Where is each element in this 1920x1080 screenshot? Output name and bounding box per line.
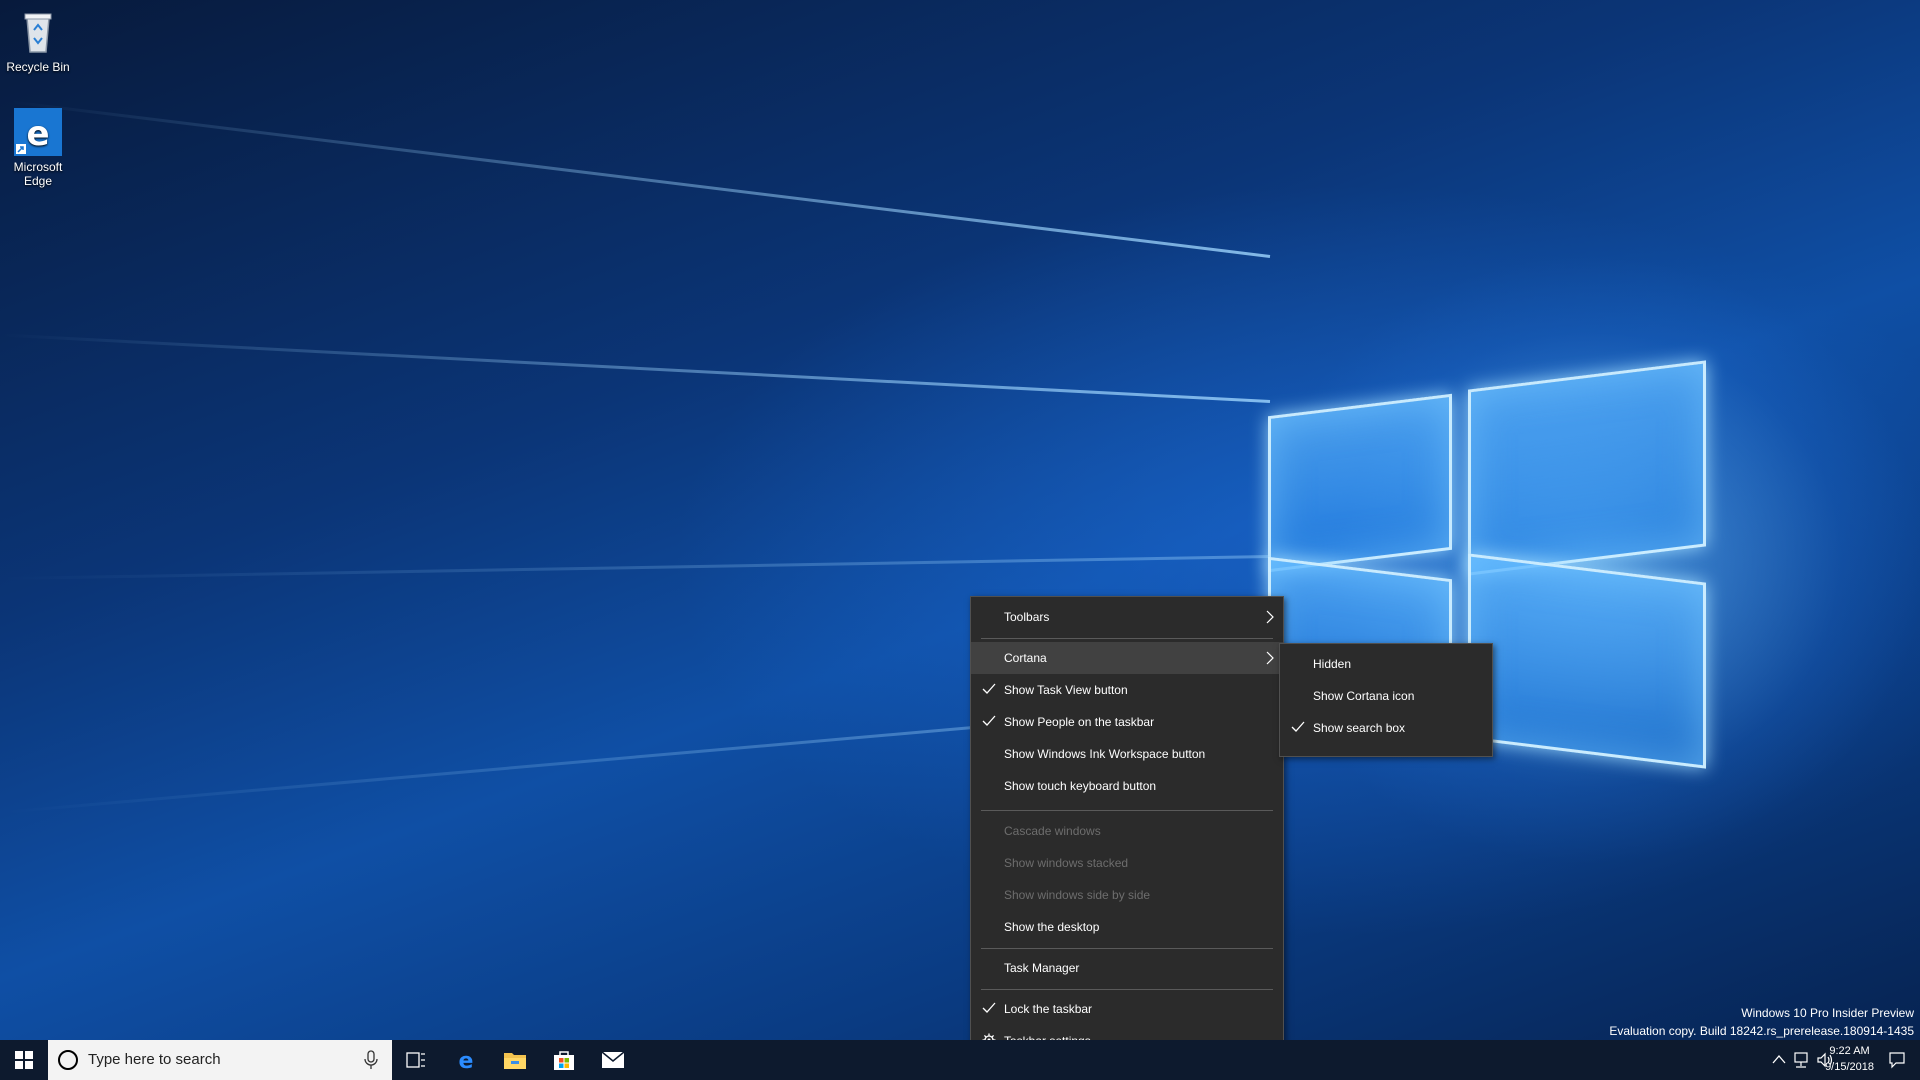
taskbar-mail-button[interactable] [589, 1040, 637, 1080]
svg-text:e: e [26, 114, 49, 154]
desktop-icon-recycle-bin[interactable]: Recycle Bin [0, 8, 76, 74]
menu-item-windows-stacked: Show windows stacked [971, 847, 1283, 879]
menu-item-label: Show Task View button [1004, 683, 1128, 697]
menu-item-show-people[interactable]: Show People on the taskbar [971, 706, 1283, 738]
taskbar-clock[interactable]: 9:22 AM 9/15/2018 [1825, 1043, 1874, 1075]
evaluation-watermark: Windows 10 Pro Insider Preview Evaluatio… [1609, 1004, 1914, 1040]
taskbar-file-explorer-button[interactable] [491, 1040, 539, 1080]
desktop-icon-label: Microsoft Edge [13, 160, 63, 188]
desktop-icon-label: Recycle Bin [6, 60, 70, 74]
action-center-icon[interactable] [1888, 1051, 1906, 1069]
menu-item-label: Toolbars [1004, 610, 1050, 624]
menu-item-label: Show People on the taskbar [1004, 715, 1155, 729]
search-placeholder: Type here to search [88, 1051, 221, 1068]
taskbar: Type here to search e [0, 1040, 1920, 1080]
menu-item-label: Show the desktop [1004, 920, 1100, 934]
recycle-bin-icon [14, 8, 62, 56]
checkmark-icon [1291, 721, 1305, 732]
menu-item-label: Task Manager [1004, 961, 1080, 975]
menu-separator [981, 948, 1273, 949]
light-beam [1, 333, 1271, 403]
menu-item-label: Show touch keyboard button [1004, 779, 1157, 793]
taskbar-store-button[interactable] [540, 1040, 588, 1080]
cortana-submenu: Hidden Show Cortana icon Show search box [1279, 643, 1493, 757]
menu-separator [981, 989, 1273, 990]
checkmark-icon [982, 715, 996, 726]
edge-icon: e [459, 1049, 474, 1072]
menu-item-label: Cascade windows [1004, 824, 1101, 838]
menu-item-label: Show windows side by side [1004, 888, 1151, 902]
mail-icon [601, 1051, 625, 1068]
desktop-icon-edge[interactable]: e Microsoft Edge [0, 108, 76, 188]
watermark-line: Windows 10 Pro Insider Preview [1741, 1006, 1914, 1020]
taskbar-search-box[interactable]: Type here to search [48, 1040, 392, 1080]
desktop-wallpaper [0, 0, 1920, 1080]
windows-logo-pane [1468, 360, 1706, 576]
svg-text:e: e [459, 1049, 474, 1072]
windows-logo-pane [1268, 393, 1452, 573]
taskbar-edge-button[interactable]: e [442, 1040, 490, 1080]
taskbar-context-menu: Toolbars Cortana Show Task View button S… [970, 596, 1284, 1066]
system-tray: 9:22 AM 9/15/2018 [1680, 1040, 1920, 1080]
cortana-icon [58, 1050, 78, 1070]
network-icon[interactable] [1792, 1051, 1810, 1069]
clock-date: 9/15/2018 [1825, 1061, 1874, 1073]
menu-item-label: Hidden [1313, 657, 1352, 671]
task-view-icon [406, 1052, 425, 1068]
submenu-item-hidden[interactable]: Hidden [1280, 648, 1492, 680]
menu-separator [981, 638, 1273, 639]
light-beam [9, 100, 1271, 258]
menu-item-show-ink-workspace[interactable]: Show Windows Ink Workspace button [971, 738, 1283, 770]
store-icon [554, 1051, 574, 1070]
submenu-item-show-search-box[interactable]: Show search box [1280, 712, 1492, 744]
menu-item-show-task-view[interactable]: Show Task View button [971, 674, 1283, 706]
checkmark-icon [982, 683, 996, 694]
checkmark-icon [982, 1002, 996, 1013]
windows-logo-pane [1468, 553, 1706, 769]
task-view-button[interactable] [392, 1040, 440, 1080]
menu-item-lock-taskbar[interactable]: Lock the taskbar [971, 993, 1283, 1025]
start-button[interactable] [0, 1040, 48, 1080]
menu-item-windows-side-by-side: Show windows side by side [971, 879, 1283, 911]
chevron-right-icon [1266, 651, 1274, 665]
clock-time: 9:22 AM [1829, 1045, 1870, 1057]
menu-item-label: Show windows stacked [1004, 856, 1129, 870]
chevron-right-icon [1266, 610, 1274, 624]
menu-item-label: Show search box [1313, 721, 1406, 735]
windows-start-icon [15, 1051, 33, 1069]
edge-icon: e [14, 108, 62, 156]
menu-item-label: Show Windows Ink Workspace button [1004, 747, 1206, 761]
menu-item-task-manager[interactable]: Task Manager [971, 952, 1283, 984]
file-explorer-icon [504, 1053, 526, 1069]
light-beam [0, 555, 1271, 581]
menu-item-show-desktop[interactable]: Show the desktop [971, 911, 1283, 943]
menu-separator [981, 810, 1273, 811]
menu-item-label: Lock the taskbar [1004, 1002, 1093, 1016]
menu-item-toolbars[interactable]: Toolbars [971, 601, 1283, 633]
menu-item-label: Show Cortana icon [1313, 689, 1415, 703]
chevron-up-icon[interactable] [1772, 1054, 1786, 1064]
submenu-item-show-cortana-icon[interactable]: Show Cortana icon [1280, 680, 1492, 712]
menu-item-cascade-windows: Cascade windows [971, 815, 1283, 847]
watermark-line: Evaluation copy. Build 18242.rs_prerelea… [1609, 1024, 1914, 1038]
microphone-icon[interactable] [362, 1050, 380, 1070]
menu-item-label: Cortana [1004, 651, 1047, 665]
menu-item-show-touch-keyboard[interactable]: Show touch keyboard button [971, 770, 1283, 802]
menu-item-cortana[interactable]: Cortana [971, 642, 1283, 674]
